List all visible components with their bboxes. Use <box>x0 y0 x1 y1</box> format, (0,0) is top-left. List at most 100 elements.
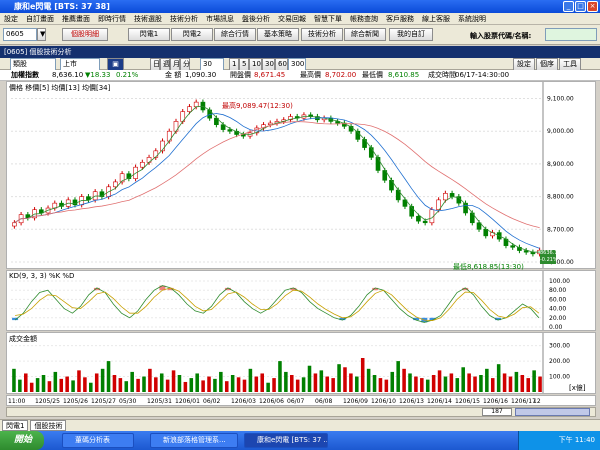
search-input[interactable] <box>545 28 597 41</box>
volume-bar <box>159 373 164 392</box>
code-dropdown-icon[interactable]: ▼ <box>37 28 46 41</box>
menu-item-0[interactable]: 設定 <box>0 14 22 24</box>
volume-bar <box>467 373 471 392</box>
clock: 下午 11:40 <box>558 436 595 444</box>
price-candle <box>187 106 192 112</box>
volume-bar <box>207 376 211 392</box>
volume-bar <box>219 371 223 392</box>
price-candle <box>416 215 421 222</box>
menu-item-11[interactable]: 客戶服務 <box>382 14 418 24</box>
bottom-tab-1[interactable]: 個股技術 <box>30 420 67 431</box>
volume-bar <box>514 371 519 392</box>
menu-item-8[interactable]: 交易回報 <box>274 14 310 24</box>
bottom-tabs: 閃電1 個股技術 <box>0 419 600 431</box>
menu-item-2[interactable]: 推薦畫面 <box>58 14 94 24</box>
menu-item-4[interactable]: 技術選股 <box>130 14 166 24</box>
menu-item-9[interactable]: 智慧下單 <box>310 14 346 24</box>
task-0[interactable]: 董碼分析表 <box>62 433 134 448</box>
volume-chart[interactable]: 300.00 200.00 100.00 <box>7 333 595 393</box>
volume-bar <box>461 367 465 392</box>
menu-item-13[interactable]: 系統說明 <box>454 14 490 24</box>
time-value: 06/17-14:30:00 <box>455 71 510 79</box>
maximize-icon[interactable]: □ <box>575 1 586 12</box>
x-tick-label: 06/02 <box>203 398 220 405</box>
volume-bar <box>443 376 448 392</box>
volume-y-tick: 300.00 <box>549 343 570 350</box>
toolbar-button-6[interactable]: 綜合新聞 <box>344 28 386 41</box>
stock-code-input[interactable]: 0605 <box>3 28 37 41</box>
volume-bar <box>165 379 170 392</box>
menu-item-12[interactable]: 線上客服 <box>418 14 454 24</box>
price-chart[interactable]: 9,100.00 9,000.00 8,900.00 8,800.00 8,700.00… <box>7 82 595 268</box>
volume-bar <box>183 381 188 392</box>
task-1[interactable]: 新浪部落格管理系... <box>150 433 238 448</box>
x-tick-label: 11:00 <box>8 398 25 405</box>
x-tick-label: 1206/01 <box>175 398 200 405</box>
menu-item-1[interactable]: 自訂畫面 <box>22 14 58 24</box>
price-ma-line-2 <box>14 121 540 229</box>
volume-bar <box>290 375 294 392</box>
search-label: 輸入股票代碼/名稱: <box>470 32 532 40</box>
toolbar-button-2[interactable]: 閃電2 <box>171 28 213 41</box>
volume-bar <box>414 376 418 392</box>
price-candle <box>368 147 374 158</box>
menu-item-6[interactable]: 市場訊息 <box>202 14 238 24</box>
taskbar: 開始 董碼分析表 新浪部落格管理系... 康和e閃電 [BTS: 37 ... … <box>0 431 600 450</box>
minimize-icon[interactable]: _ <box>563 1 574 12</box>
volume-bar <box>508 376 513 392</box>
volume-bar <box>77 370 81 392</box>
toolbar-button-3[interactable]: 綜合行情 <box>214 28 256 41</box>
volume-bar <box>106 361 111 392</box>
volume-bar <box>224 381 229 392</box>
volume-bar <box>230 375 235 392</box>
toolbar-button-5[interactable]: 技術分析 <box>301 28 343 41</box>
index-name: 加權指數 <box>11 71 39 79</box>
volume-bar <box>195 373 199 392</box>
last-price-tag: 8636.10 -0.21% <box>540 250 556 264</box>
x-tick-label: 1206/16 <box>483 398 508 405</box>
menu-item-5[interactable]: 技術分析 <box>166 14 202 24</box>
menu-item-10[interactable]: 帳務查詢 <box>346 14 382 24</box>
volume-bar <box>59 378 64 392</box>
x-tick-label: 05/30 <box>119 398 136 405</box>
volume-bar <box>71 380 75 392</box>
price-y-tick: 8,900.00 <box>547 161 574 168</box>
x-tick-label: 1206/03 <box>231 398 256 405</box>
volume-bar <box>29 382 34 392</box>
volume-bar <box>502 373 507 392</box>
scroll-thumb[interactable] <box>515 408 590 416</box>
volume-bar <box>47 381 52 392</box>
volume-bar <box>490 378 495 392</box>
window-controls: _ □ × <box>563 1 598 12</box>
kd-y-tick: 0.00 <box>549 324 563 330</box>
volume-y-tick: 200.00 <box>549 358 570 365</box>
chart-scrollbar[interactable]: 187 <box>6 407 596 417</box>
kd-chart[interactable]: 100.00 80.00 60.00 40.00 20.00 0.00 <box>7 271 595 330</box>
volume-bar <box>94 373 99 392</box>
kd-y-tick: 100.00 <box>549 278 570 285</box>
x-axis-labels: 11:00 1205/25 1205/26 1205/27 05/30 1205/31 12… <box>8 398 541 405</box>
toolbar-button-0[interactable]: 個股明細 <box>62 28 108 41</box>
x-tick-label: 12 <box>533 398 541 405</box>
volume-bar <box>284 371 288 392</box>
toolbar-button-4[interactable]: 基本策略 <box>257 28 299 41</box>
menu-item-7[interactable]: 盤後分析 <box>238 14 274 24</box>
toolbar-button-7[interactable]: 我的自訂 <box>389 28 433 41</box>
volume-bar <box>100 368 105 392</box>
bottom-tab-0[interactable]: 閃電1 <box>2 420 29 431</box>
x-tick-label: 1206/15 <box>455 398 480 405</box>
high-annotation: 最高9,089.47(12:30) <box>222 102 293 110</box>
volume-bar <box>496 364 501 392</box>
x-tick-label: 1205/25 <box>35 398 60 405</box>
kd-y-tick: 20.00 <box>549 315 566 322</box>
toolbar-button-1[interactable]: 閃電1 <box>128 28 170 41</box>
close-icon[interactable]: × <box>587 1 598 12</box>
open-value: 8,671.45 <box>254 71 286 79</box>
price-panel: 價格 移價[5] 均價[13] 均價[34] 9,100.00 9,000.00 8… <box>6 81 596 271</box>
volume-bar <box>366 368 371 392</box>
volume-bar <box>12 368 16 392</box>
x-tick-label: 1205/27 <box>91 398 116 405</box>
menu-item-3[interactable]: 即時行情 <box>94 14 130 24</box>
task-2[interactable]: 康和e閃電 [BTS: 37 ... <box>244 433 328 448</box>
start-button[interactable]: 開始 <box>0 431 44 450</box>
